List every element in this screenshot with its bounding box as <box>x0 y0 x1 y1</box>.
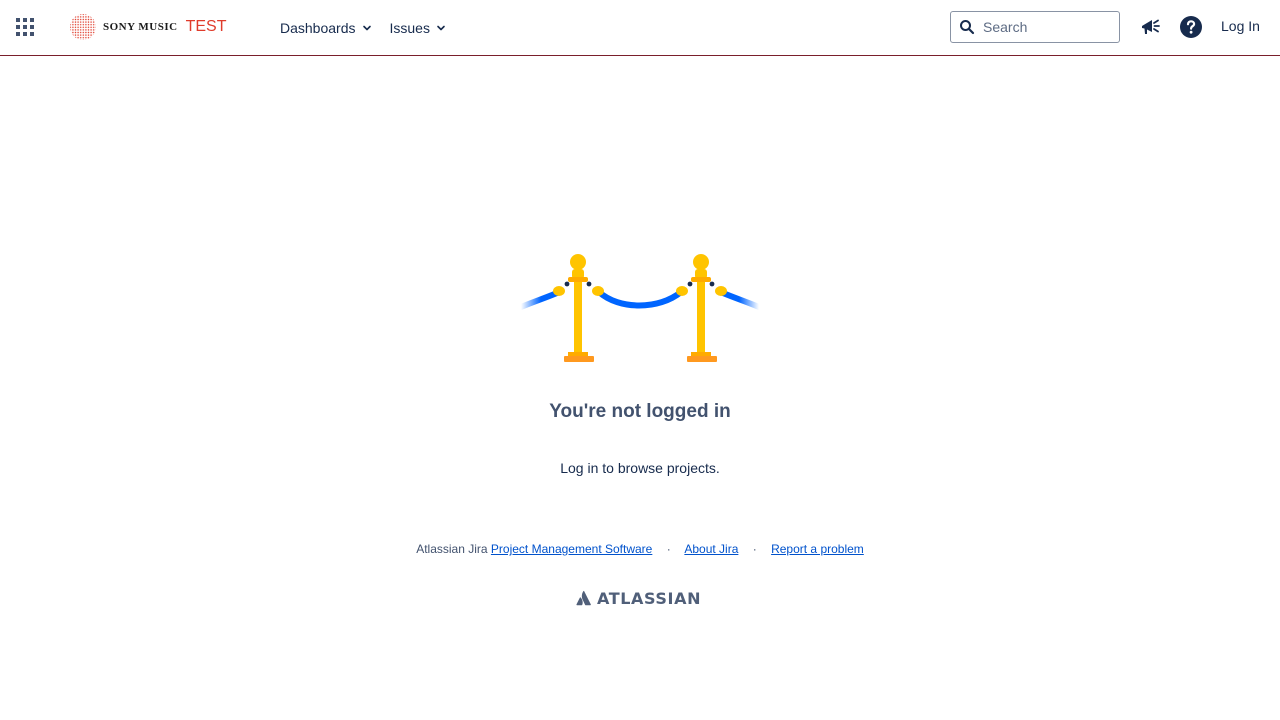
chevron-down-icon <box>362 25 371 30</box>
nav-dashboards-label: Dashboards <box>280 19 356 36</box>
logo-brand-text: SONY MUSIC <box>103 21 178 33</box>
nav-issues-label: Issues <box>389 19 430 36</box>
project-management-software-link[interactable]: Project Management Software <box>491 542 652 556</box>
footer-links: Atlassian Jira Project Management Softwa… <box>0 542 1280 556</box>
about-jira-link[interactable]: About Jira <box>684 542 738 556</box>
report-problem-link[interactable]: Report a problem <box>771 542 864 556</box>
main-nav: Dashboards Issues <box>280 0 464 55</box>
atlassian-wordmark: ATLASSIAN <box>597 588 702 608</box>
footer-separator: · <box>666 542 671 556</box>
sony-music-emblem-icon <box>70 14 96 40</box>
search-input[interactable] <box>983 19 1103 35</box>
search-icon <box>960 20 975 35</box>
help-icon[interactable] <box>1179 15 1203 39</box>
login-link[interactable]: Log In <box>1221 18 1260 34</box>
app-switcher-icon[interactable] <box>14 16 36 38</box>
chevron-down-icon <box>437 25 445 30</box>
search-box[interactable] <box>950 11 1120 43</box>
atlassian-mark-icon <box>576 590 591 606</box>
logo-environment-text: TEST <box>185 18 227 35</box>
page-subtitle: Log in to browse projects. <box>560 460 720 476</box>
site-logo[interactable]: SONY MUSIC TEST <box>69 13 226 41</box>
nav-issues-dropdown[interactable]: Issues <box>390 20 446 36</box>
megaphone-icon[interactable] <box>1139 15 1163 39</box>
footer-separator: · <box>752 542 757 556</box>
velvet-rope-illustration <box>519 254 761 362</box>
top-navigation-bar: SONY MUSIC TEST Dashboards Issues Search… <box>0 0 1280 56</box>
page-title: You're not logged in <box>549 401 731 422</box>
footer-prefix: Atlassian Jira <box>416 542 488 556</box>
atlassian-logo[interactable]: ATLASSIAN <box>576 588 701 608</box>
nav-dashboards-dropdown[interactable]: Dashboards <box>280 20 372 36</box>
